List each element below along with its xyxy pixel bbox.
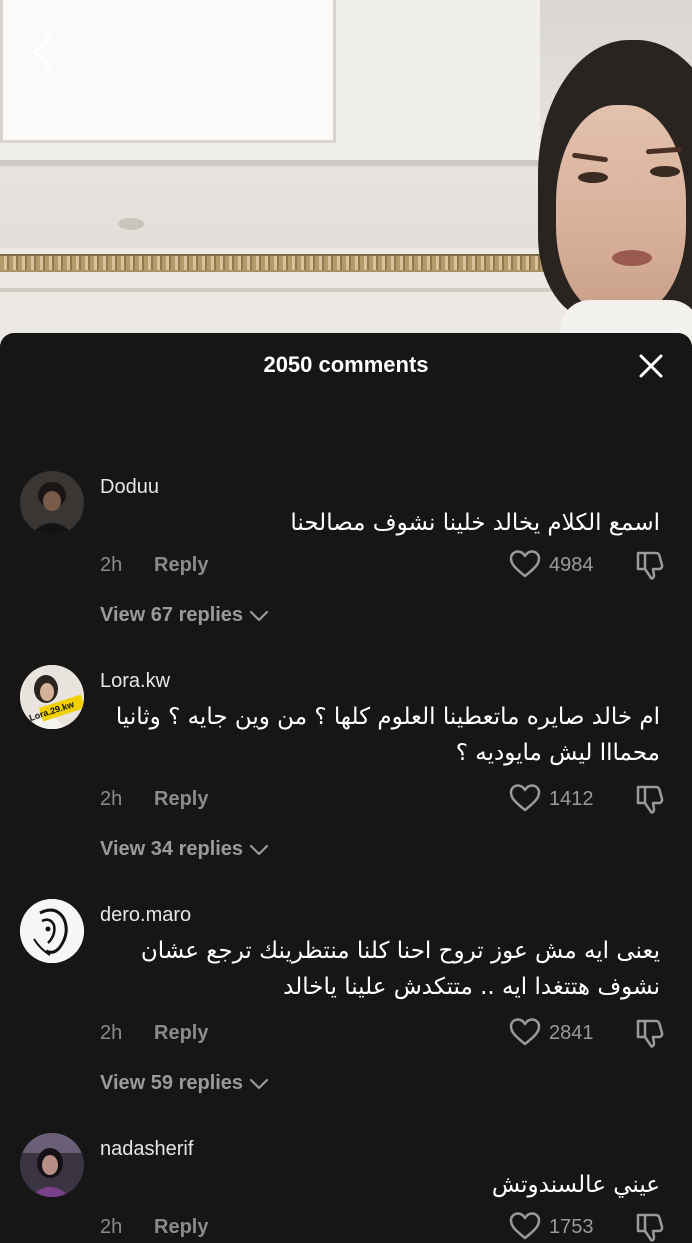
comments-count-title: 2050 comments	[263, 352, 429, 377]
reply-button[interactable]: Reply	[154, 1216, 208, 1239]
comment-username[interactable]: Lora.kw	[100, 669, 170, 693]
comment-text: يعنى ايه مش عوز تروح احنا كلنا منتظرينك …	[140, 938, 660, 1000]
heart-icon[interactable]	[509, 1017, 541, 1047]
chevron-down-icon	[249, 1078, 269, 1089]
view-replies-label: View 67 replies	[100, 604, 244, 626]
reply-button[interactable]: Reply	[154, 1022, 208, 1045]
comment-username[interactable]: Doduu	[100, 475, 159, 499]
reply-button[interactable]: Reply	[154, 788, 208, 811]
avatar-image	[20, 899, 84, 963]
view-replies-label: View 59 replies	[100, 1072, 244, 1094]
view-replies-button[interactable]: View 59 replies	[100, 1072, 269, 1095]
comment-text: عيني عالسندوتش	[491, 1172, 660, 1198]
view-replies-button[interactable]: View 67 replies	[100, 604, 269, 627]
ceiling-light	[118, 218, 144, 230]
like-count: 4984	[549, 554, 594, 576]
like-count: 1753	[549, 1216, 594, 1238]
dislike-icon[interactable]	[634, 783, 666, 815]
comment-time: 2h	[100, 788, 123, 810]
heart-icon[interactable]	[509, 783, 541, 813]
chevron-down-icon	[249, 844, 269, 855]
back-button[interactable]	[22, 30, 62, 74]
dislike-icon[interactable]	[634, 1017, 666, 1049]
close-button[interactable]	[638, 353, 664, 379]
comments-header: 2050 comments	[0, 333, 692, 397]
view-replies-label: View 34 replies	[100, 838, 244, 860]
chevron-left-icon	[33, 35, 51, 69]
comment-time: 2h	[100, 554, 123, 576]
avatar[interactable]	[20, 899, 84, 963]
heart-icon[interactable]	[509, 549, 541, 579]
comment-text: ام خالد صايره ماتعطينا العلوم كلها ؟ من …	[115, 704, 660, 766]
person-eye	[578, 172, 608, 183]
avatar-image	[20, 471, 84, 535]
chevron-down-icon	[249, 610, 269, 621]
comment-username[interactable]: dero.maro	[100, 903, 191, 927]
avatar[interactable]: Lora.29.kw	[20, 665, 84, 729]
dislike-icon[interactable]	[634, 549, 666, 581]
comment-time: 2h	[100, 1216, 123, 1238]
video-player[interactable]	[0, 0, 692, 345]
reply-button[interactable]: Reply	[154, 554, 208, 577]
like-count: 1412	[549, 788, 594, 810]
person-eye	[650, 166, 680, 177]
comment-username[interactable]: nadasherif	[100, 1137, 193, 1161]
like-count: 2841	[549, 1022, 594, 1044]
view-replies-button[interactable]: View 34 replies	[100, 838, 269, 861]
avatar[interactable]	[20, 1133, 84, 1197]
close-icon	[639, 354, 663, 378]
comment-text: اسمع الكلام يخالد خلينا نشوف مصالحنا	[290, 510, 660, 536]
comments-sheet: 2050 comments Doduu اسمع الكلام يخالد خل…	[0, 333, 692, 1242]
heart-icon[interactable]	[509, 1211, 541, 1241]
comment-time: 2h	[100, 1022, 123, 1044]
avatar-image	[20, 1133, 84, 1197]
ornamental-molding	[0, 254, 600, 272]
dislike-icon[interactable]	[634, 1211, 666, 1243]
person-face	[556, 105, 686, 315]
avatar[interactable]	[20, 471, 84, 535]
person-mouth	[612, 250, 652, 266]
